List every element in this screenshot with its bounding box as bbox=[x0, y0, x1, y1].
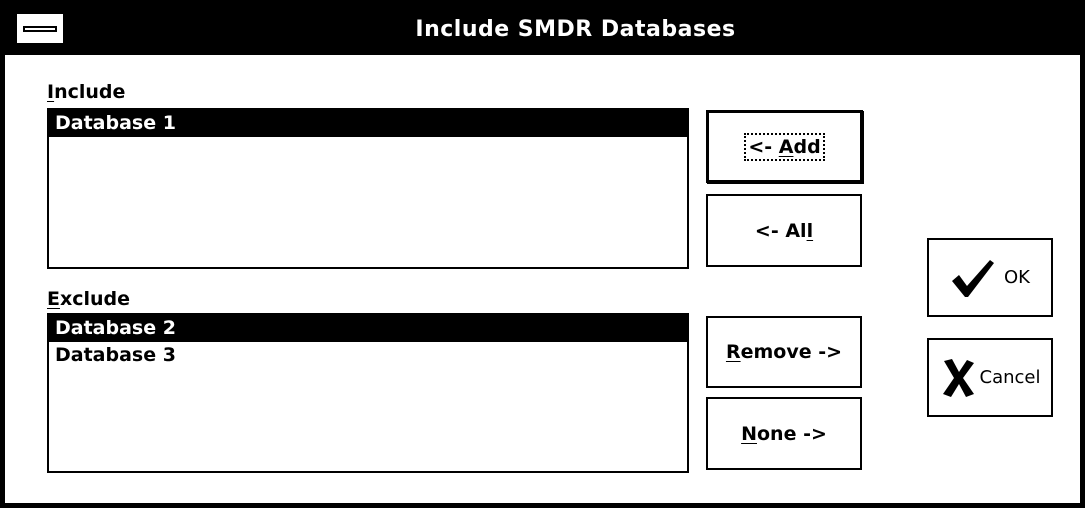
ok-button[interactable]: OK bbox=[927, 238, 1053, 317]
exclude-listbox[interactable]: Database 2 Database 3 bbox=[47, 313, 689, 473]
add-all-button-label: <- All bbox=[754, 219, 814, 242]
window-title: Include SMDR Databases bbox=[415, 17, 736, 42]
x-mark-icon bbox=[942, 358, 974, 397]
add-button-label: <- Add bbox=[744, 132, 825, 161]
include-listbox[interactable]: Database 1 bbox=[47, 108, 689, 269]
system-menu-icon bbox=[23, 26, 57, 32]
cancel-button[interactable]: Cancel bbox=[927, 338, 1053, 417]
title-bar[interactable]: Include SMDR Databases bbox=[5, 5, 1080, 55]
list-item[interactable]: Database 2 bbox=[49, 315, 687, 342]
remove-button[interactable]: Remove -> bbox=[706, 316, 862, 388]
none-button-label: None -> bbox=[741, 422, 827, 445]
checkmark-icon bbox=[952, 259, 994, 297]
dialog-window: Include SMDR Databases Include Database … bbox=[0, 0, 1085, 508]
list-item[interactable]: Database 1 bbox=[49, 110, 687, 137]
remove-button-label: Remove -> bbox=[725, 341, 843, 363]
add-button[interactable]: <- Add bbox=[706, 110, 863, 183]
ok-button-label: OK bbox=[1004, 267, 1030, 288]
add-all-button[interactable]: <- All bbox=[706, 194, 862, 267]
exclude-label: Exclude bbox=[47, 288, 131, 310]
system-menu-button[interactable] bbox=[15, 12, 65, 45]
cancel-button-label: Cancel bbox=[979, 367, 1041, 388]
list-item[interactable]: Database 3 bbox=[49, 342, 687, 369]
include-label: Include bbox=[47, 81, 126, 103]
none-button[interactable]: None -> bbox=[706, 397, 862, 470]
